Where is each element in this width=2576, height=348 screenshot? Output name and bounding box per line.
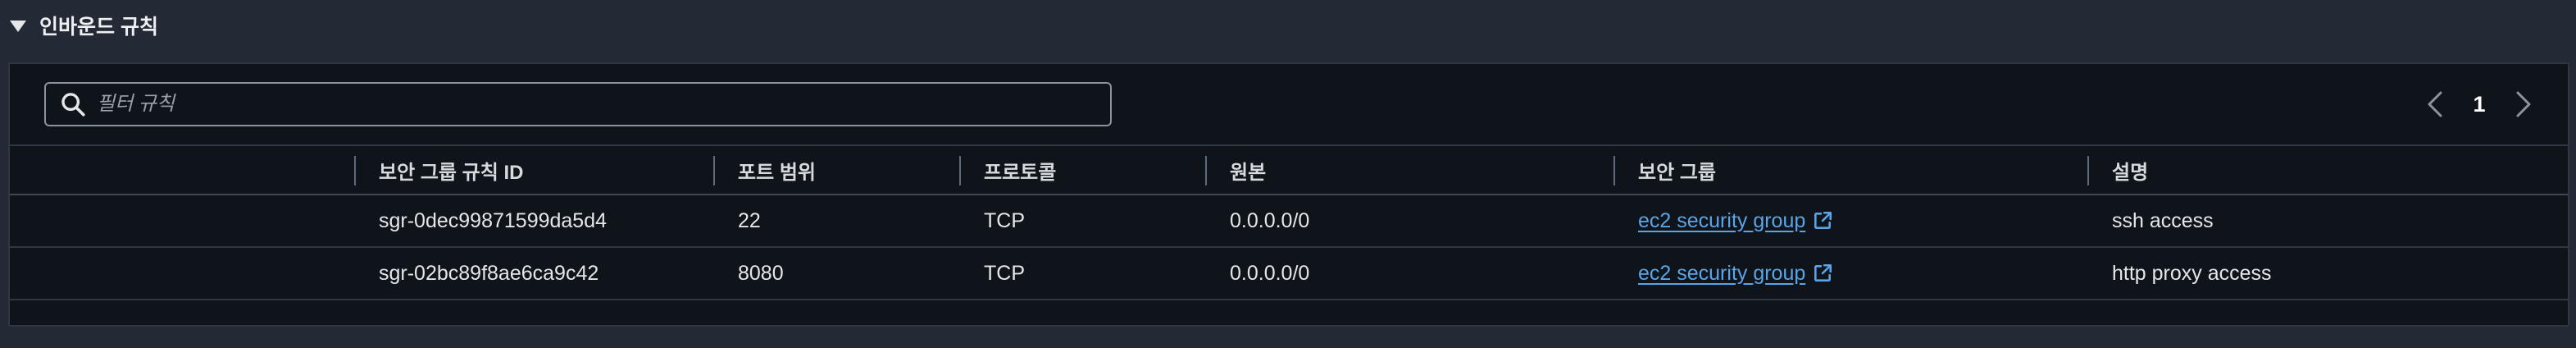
column-divider[interactable] [2087, 156, 2089, 185]
pagination: 1 [2420, 85, 2538, 123]
security-group-link[interactable]: ec2 security group [1638, 262, 1805, 286]
next-page-button[interactable] [2509, 85, 2538, 123]
section-header[interactable]: 인바운드 규칙 [0, 0, 2576, 51]
table-row[interactable]: sgr-02bc89f8ae6ca9c42 8080 TCP 0.0.0.0/0… [10, 248, 2568, 300]
cell-source: 0.0.0.0/0 [1230, 208, 1310, 232]
chevron-left-icon [2428, 91, 2442, 117]
security-group-link[interactable]: ec2 security group [1638, 209, 1805, 233]
column-divider[interactable] [1205, 156, 1207, 185]
chevron-right-icon [2516, 91, 2531, 117]
cell-port-range: 8080 [738, 261, 784, 285]
column-header-rule-id[interactable]: 보안 그룹 규칙 ID [354, 146, 713, 194]
table-row[interactable]: sgr-0dec99871599da5d4 22 TCP 0.0.0.0/0 e… [10, 195, 2568, 248]
cell-rule-id: sgr-02bc89f8ae6ca9c42 [379, 261, 599, 285]
table-header: 보안 그룹 규칙 ID 포트 범위 프로토콜 원본 보안 그룹 설명 [10, 144, 2568, 195]
current-page-number[interactable]: 1 [2471, 92, 2487, 117]
external-link-icon[interactable] [1812, 210, 1833, 231]
cell-description: http proxy access [2112, 261, 2272, 285]
cell-protocol: TCP [984, 261, 1025, 285]
column-header-security-group[interactable]: 보안 그룹 [1613, 146, 2087, 194]
cell-port-range: 22 [738, 208, 761, 232]
cell-security-group: ec2 security group [1613, 195, 1833, 246]
column-divider[interactable] [354, 156, 356, 185]
cell-security-group: ec2 security group [1613, 248, 1833, 299]
column-header-description[interactable]: 설명 [2087, 146, 2568, 194]
external-link-icon[interactable] [1812, 263, 1833, 284]
caret-down-icon[interactable] [10, 21, 26, 32]
previous-page-button[interactable] [2420, 85, 2450, 123]
rules-panel: 1 보안 그룹 규칙 ID 포트 범위 프로토콜 [8, 62, 2569, 327]
inbound-rules-table: 보안 그룹 규칙 ID 포트 범위 프로토콜 원본 보안 그룹 설명 sgr-0… [10, 144, 2568, 300]
column-header-protocol[interactable]: 프로토콜 [959, 146, 1205, 194]
cell-description: ssh access [2112, 208, 2214, 232]
column-header-port-range[interactable]: 포트 범위 [713, 146, 959, 194]
column-divider[interactable] [1613, 156, 1615, 185]
cell-rule-id: sgr-0dec99871599da5d4 [379, 208, 608, 232]
filter-search[interactable] [44, 82, 1112, 126]
filter-rules-input[interactable] [95, 85, 1110, 123]
column-divider[interactable] [713, 156, 715, 185]
column-header-source[interactable]: 원본 [1205, 146, 1613, 194]
cell-protocol: TCP [984, 208, 1025, 232]
section-title: 인바운드 규칙 [39, 16, 158, 39]
column-divider[interactable] [959, 156, 961, 185]
cell-source: 0.0.0.0/0 [1230, 261, 1310, 285]
search-icon [61, 93, 85, 117]
column-header-select [10, 146, 354, 194]
